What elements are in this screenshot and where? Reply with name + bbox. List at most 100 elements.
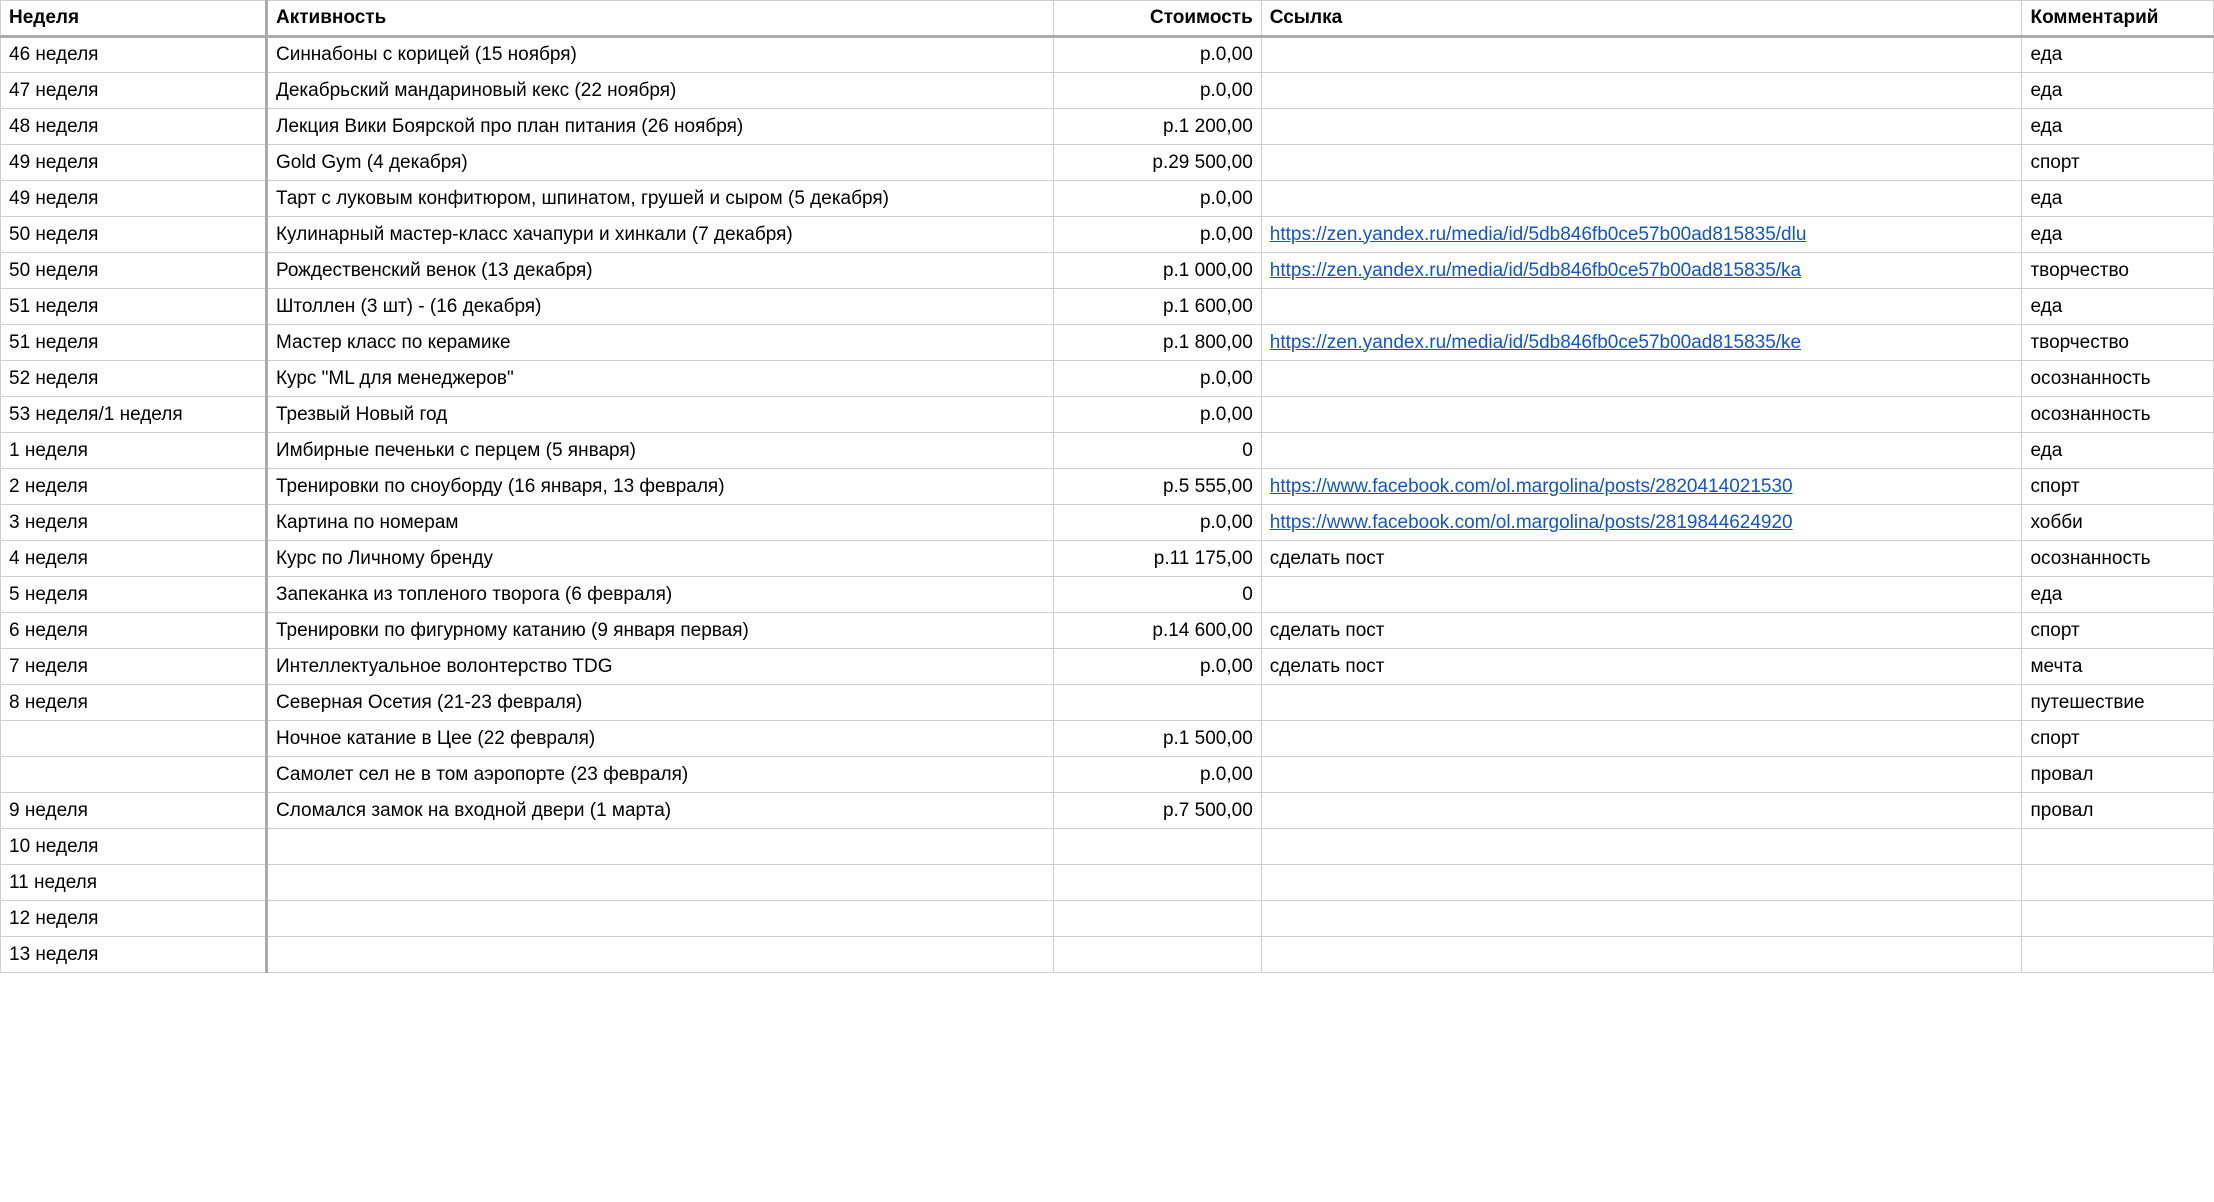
cell-cost[interactable]: р.1 000,00 [1054,253,1261,289]
cell-cost[interactable]: 0 [1054,433,1261,469]
cell-comment[interactable]: мечта [2022,649,2214,685]
link-url[interactable]: https://zen.yandex.ru/media/id/5db846fb0… [1270,260,1801,281]
cell-comment[interactable]: осознанность [2022,541,2214,577]
cell-link[interactable] [1261,901,2022,937]
cell-activity[interactable]: Рождественский венок (13 декабря) [266,253,1053,289]
cell-week[interactable]: 4 неделя [1,541,267,577]
cell-link[interactable]: https://www.facebook.com/ol.margolina/po… [1261,505,2022,541]
cell-week[interactable]: 3 неделя [1,505,267,541]
cell-activity[interactable]: Самолет сел не в том аэропорте (23 февра… [266,757,1053,793]
cell-link[interactable] [1261,109,2022,145]
cell-week[interactable]: 48 неделя [1,109,267,145]
cell-link[interactable]: сделать пост [1261,649,2022,685]
cell-activity[interactable]: Тарт с луковым конфитюром, шпинатом, гру… [266,181,1053,217]
cell-week[interactable]: 50 неделя [1,217,267,253]
cell-comment[interactable] [2022,829,2214,865]
cell-activity[interactable]: Курс "ML для менеджеров" [266,361,1053,397]
cell-activity[interactable]: Тренировки по фигурному катанию (9 январ… [266,613,1053,649]
cell-comment[interactable]: творчество [2022,253,2214,289]
cell-link[interactable] [1261,181,2022,217]
cell-week[interactable]: 2 неделя [1,469,267,505]
cell-cost[interactable]: р.1 800,00 [1054,325,1261,361]
cell-comment[interactable]: еда [2022,289,2214,325]
cell-comment[interactable]: еда [2022,109,2214,145]
cell-link[interactable] [1261,937,2022,973]
cell-link[interactable] [1261,37,2022,73]
cell-cost[interactable] [1054,829,1261,865]
cell-week[interactable]: 1 неделя [1,433,267,469]
cell-comment[interactable]: еда [2022,181,2214,217]
cell-comment[interactable]: осознанность [2022,397,2214,433]
cell-comment[interactable] [2022,865,2214,901]
cell-link[interactable] [1261,793,2022,829]
cell-activity[interactable]: Кулинарный мастер-класс хачапури и хинка… [266,217,1053,253]
cell-activity[interactable]: Штоллен (3 шт) - (16 декабря) [266,289,1053,325]
cell-cost[interactable]: р.0,00 [1054,217,1261,253]
cell-week[interactable]: 7 неделя [1,649,267,685]
cell-week[interactable]: 51 неделя [1,325,267,361]
cell-activity[interactable]: Картина по номерам [266,505,1053,541]
cell-activity[interactable]: Имбирные печеньки с перцем (5 января) [266,433,1053,469]
cell-cost[interactable]: р.0,00 [1054,397,1261,433]
cell-week[interactable]: 6 неделя [1,613,267,649]
cell-activity[interactable]: Мастер класс по керамике [266,325,1053,361]
cell-comment[interactable]: творчество [2022,325,2214,361]
cell-week[interactable]: 11 неделя [1,865,267,901]
cell-link[interactable]: сделать пост [1261,541,2022,577]
cell-week[interactable]: 9 неделя [1,793,267,829]
cell-week[interactable]: 49 неделя [1,181,267,217]
cell-comment[interactable] [2022,937,2214,973]
cell-week[interactable]: 46 неделя [1,37,267,73]
header-week[interactable]: Неделя [1,1,267,37]
cell-link[interactable]: https://zen.yandex.ru/media/id/5db846fb0… [1261,253,2022,289]
cell-link[interactable] [1261,433,2022,469]
cell-week[interactable]: 50 неделя [1,253,267,289]
cell-comment[interactable]: еда [2022,577,2214,613]
cell-link[interactable] [1261,577,2022,613]
cell-comment[interactable]: провал [2022,793,2214,829]
cell-link[interactable] [1261,289,2022,325]
cell-activity[interactable]: Ночное катание в Цее (22 февраля) [266,721,1053,757]
cell-link[interactable] [1261,757,2022,793]
cell-activity[interactable]: Трезвый Новый год [266,397,1053,433]
cell-comment[interactable]: еда [2022,433,2214,469]
cell-comment[interactable]: хобби [2022,505,2214,541]
cell-link[interactable] [1261,145,2022,181]
cell-week[interactable]: 10 неделя [1,829,267,865]
cell-comment[interactable]: осознанность [2022,361,2214,397]
cell-link[interactable] [1261,361,2022,397]
cell-activity[interactable] [266,865,1053,901]
cell-cost[interactable]: р.0,00 [1054,361,1261,397]
link-url[interactable]: https://zen.yandex.ru/media/id/5db846fb0… [1270,224,1807,245]
cell-link[interactable]: сделать пост [1261,613,2022,649]
header-link[interactable]: Ссылка [1261,1,2022,37]
cell-cost[interactable]: р.0,00 [1054,649,1261,685]
cell-comment[interactable]: спорт [2022,469,2214,505]
cell-comment[interactable]: спорт [2022,613,2214,649]
cell-cost[interactable] [1054,865,1261,901]
cell-activity[interactable]: Лекция Вики Боярской про план питания (2… [266,109,1053,145]
cell-cost[interactable]: 0 [1054,577,1261,613]
cell-week[interactable]: 51 неделя [1,289,267,325]
link-url[interactable]: https://www.facebook.com/ol.margolina/po… [1270,512,1793,533]
cell-cost[interactable]: р.7 500,00 [1054,793,1261,829]
cell-link[interactable]: https://www.facebook.com/ol.margolina/po… [1261,469,2022,505]
cell-comment[interactable]: путешествие [2022,685,2214,721]
cell-link[interactable] [1261,865,2022,901]
header-comment[interactable]: Комментарий [2022,1,2214,37]
cell-cost[interactable]: р.5 555,00 [1054,469,1261,505]
cell-cost[interactable]: р.0,00 [1054,73,1261,109]
cell-comment[interactable]: спорт [2022,145,2214,181]
cell-comment[interactable]: еда [2022,73,2214,109]
cell-cost[interactable]: р.0,00 [1054,37,1261,73]
cell-activity[interactable]: Декабрьский мандариновый кекс (22 ноября… [266,73,1053,109]
cell-activity[interactable]: Gold Gym (4 декабря) [266,145,1053,181]
cell-comment[interactable]: спорт [2022,721,2214,757]
cell-activity[interactable] [266,901,1053,937]
link-url[interactable]: https://www.facebook.com/ol.margolina/po… [1270,476,1793,497]
cell-activity[interactable] [266,937,1053,973]
link-url[interactable]: https://zen.yandex.ru/media/id/5db846fb0… [1270,332,1801,353]
cell-week[interactable]: 53 неделя/1 неделя [1,397,267,433]
cell-week[interactable] [1,721,267,757]
cell-cost[interactable]: р.1 600,00 [1054,289,1261,325]
